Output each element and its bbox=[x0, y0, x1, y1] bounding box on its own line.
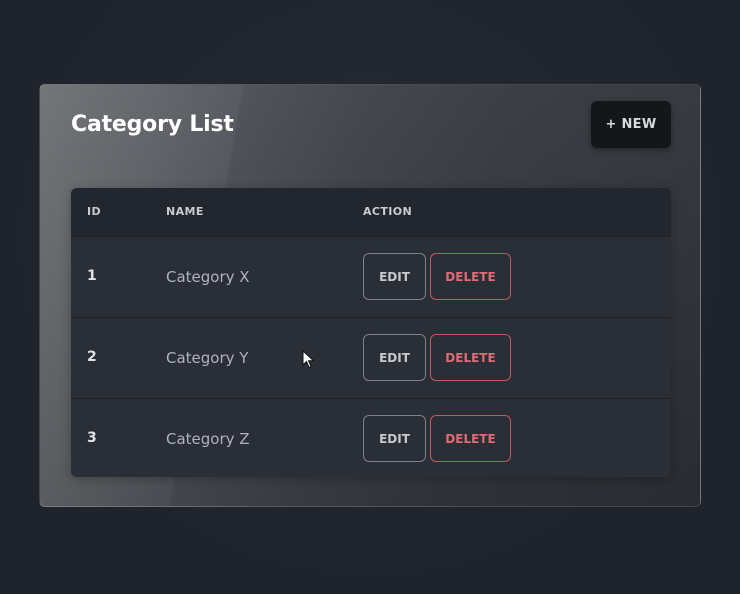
table-header: ID NAME ACTION bbox=[71, 188, 671, 236]
row-id: 1 bbox=[87, 268, 97, 284]
column-header-id: ID bbox=[87, 205, 102, 218]
column-header-name: NAME bbox=[166, 205, 204, 218]
row-id: 3 bbox=[87, 430, 97, 446]
edit-button[interactable]: EDIT bbox=[363, 253, 426, 300]
column-header-action: ACTION bbox=[363, 205, 413, 218]
edit-button[interactable]: EDIT bbox=[363, 415, 426, 462]
page-title: Category List bbox=[71, 112, 234, 137]
edit-button[interactable]: EDIT bbox=[363, 334, 426, 381]
table-row: 1 Category X EDIT DELETE bbox=[71, 236, 671, 317]
row-name: Category Z bbox=[166, 430, 250, 448]
page-background: Category List + NEW ID NAME ACTION 1 Cat… bbox=[0, 0, 740, 594]
delete-button[interactable]: DELETE bbox=[430, 415, 511, 462]
table-row: 3 Category Z EDIT DELETE bbox=[71, 398, 671, 477]
new-category-button[interactable]: + NEW bbox=[591, 101, 671, 148]
delete-button[interactable]: DELETE bbox=[430, 334, 511, 381]
delete-button[interactable]: DELETE bbox=[430, 253, 511, 300]
category-card: Category List + NEW ID NAME ACTION 1 Cat… bbox=[39, 84, 701, 507]
row-id: 2 bbox=[87, 349, 97, 365]
table-row: 2 Category Y EDIT DELETE bbox=[71, 317, 671, 398]
mouse-pointer-icon bbox=[302, 350, 315, 369]
category-table: ID NAME ACTION 1 Category X EDIT DELETE … bbox=[71, 188, 671, 477]
row-name: Category X bbox=[166, 268, 250, 286]
row-name: Category Y bbox=[166, 349, 249, 367]
